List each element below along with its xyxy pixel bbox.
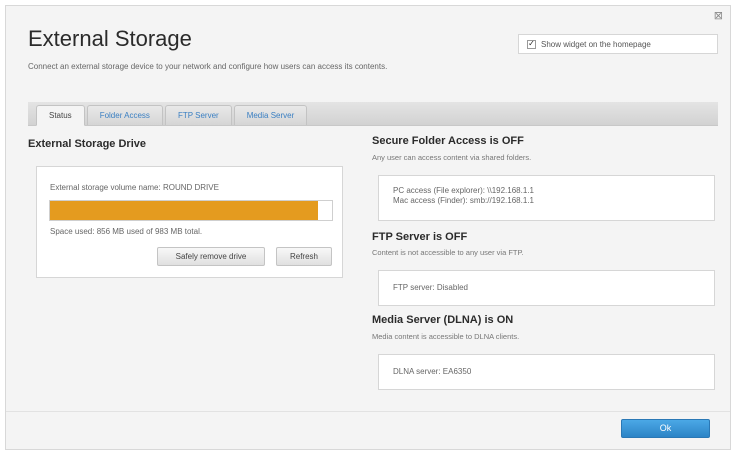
external-storage-dialog: ⊠ External Storage Connect an external s… <box>5 5 731 450</box>
ok-button[interactable]: Ok <box>621 419 710 438</box>
dlna-server-text: DLNA server: EA6350 <box>393 367 472 376</box>
pc-access-text: PC access (File explorer): \\192.168.1.1 <box>393 186 534 195</box>
tab-bar: Status Folder Access FTP Server Media Se… <box>28 102 718 126</box>
page-title: External Storage <box>28 26 192 51</box>
ftp-panel: FTP server: Disabled <box>378 270 715 306</box>
tab-folder-access[interactable]: Folder Access <box>86 105 163 125</box>
show-widget-checkbox[interactable]: ✓ Show widget on the homepage <box>518 34 718 54</box>
media-heading: Media Server (DLNA) is ON <box>372 314 514 326</box>
tab-media-server[interactable]: Media Server <box>233 105 308 125</box>
safely-remove-button[interactable]: Safely remove drive <box>157 247 265 266</box>
storage-usage-fill <box>50 201 318 220</box>
secure-folder-desc: Any user can access content via shared f… <box>372 153 532 162</box>
show-widget-label: Show widget on the homepage <box>541 39 651 49</box>
refresh-button[interactable]: Refresh <box>276 247 332 266</box>
ftp-desc: Content is not accessible to any user vi… <box>372 248 524 257</box>
secure-folder-heading: Secure Folder Access is OFF <box>372 135 524 147</box>
ftp-heading: FTP Server is OFF <box>372 231 468 243</box>
folder-access-panel: PC access (File explorer): \\192.168.1.1… <box>378 175 715 221</box>
mac-access-text: Mac access (Finder): smb://192.168.1.1 <box>393 196 534 205</box>
space-used-text: Space used: 856 MB used of 983 MB total. <box>50 227 203 236</box>
storage-usage-bar <box>49 200 333 221</box>
drive-panel: External storage volume name: ROUND DRIV… <box>36 166 343 278</box>
drive-heading: External Storage Drive <box>28 138 146 150</box>
tab-status[interactable]: Status <box>36 105 85 126</box>
tab-ftp-server[interactable]: FTP Server <box>164 105 232 125</box>
volume-name: External storage volume name: ROUND DRIV… <box>50 183 219 192</box>
media-desc: Media content is accessible to DLNA clie… <box>372 332 520 341</box>
page-subtitle: Connect an external storage device to yo… <box>28 62 388 71</box>
ftp-server-text: FTP server: Disabled <box>393 283 468 292</box>
checkmark-icon[interactable]: ✓ <box>527 39 536 49</box>
media-panel: DLNA server: EA6350 <box>378 354 715 390</box>
close-icon[interactable]: ⊠ <box>714 9 723 22</box>
footer-divider <box>6 411 730 412</box>
